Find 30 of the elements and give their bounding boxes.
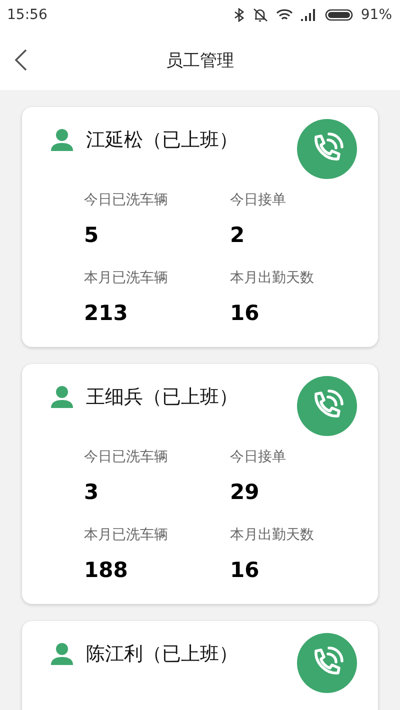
person-icon (50, 642, 74, 666)
stat-label: 本月已洗车辆 (84, 526, 169, 544)
stat-value: 5 (84, 223, 100, 247)
bluetooth-icon (234, 8, 244, 22)
stat-label: 本月出勤天数 (230, 526, 315, 544)
person-icon (50, 128, 74, 152)
stat-label: 今日已洗车辆 (84, 191, 169, 209)
page-title: 员工管理 (166, 50, 234, 72)
stat-label: 今日接单 (230, 448, 287, 466)
employee-name: 江延松（已上班） (86, 128, 238, 153)
stat-label: 本月已洗车辆 (84, 269, 169, 287)
signal-icon (300, 9, 317, 21)
status-time: 15:56 (7, 7, 48, 23)
employee-name: 王细兵（已上班） (86, 385, 238, 410)
wifi-icon (276, 8, 293, 22)
person-icon (50, 385, 74, 409)
battery-percent: 91% (360, 7, 392, 23)
battery-icon (324, 9, 353, 21)
stat-label: 本月出勤天数 (230, 269, 315, 287)
stat-value: 29 (230, 480, 260, 504)
stat-value: 188 (84, 558, 129, 582)
stat-label: 今日已洗车辆 (84, 448, 169, 466)
employee-name: 陈江利（已上班） (86, 642, 238, 667)
stat-value: 213 (84, 301, 129, 325)
stat-value: 16 (230, 558, 260, 582)
stat-label: 今日接单 (230, 191, 287, 209)
stat-value: 2 (230, 223, 246, 247)
stat-value: 16 (230, 301, 260, 325)
muted-bell-icon (252, 8, 268, 22)
stat-value: 3 (84, 480, 100, 504)
